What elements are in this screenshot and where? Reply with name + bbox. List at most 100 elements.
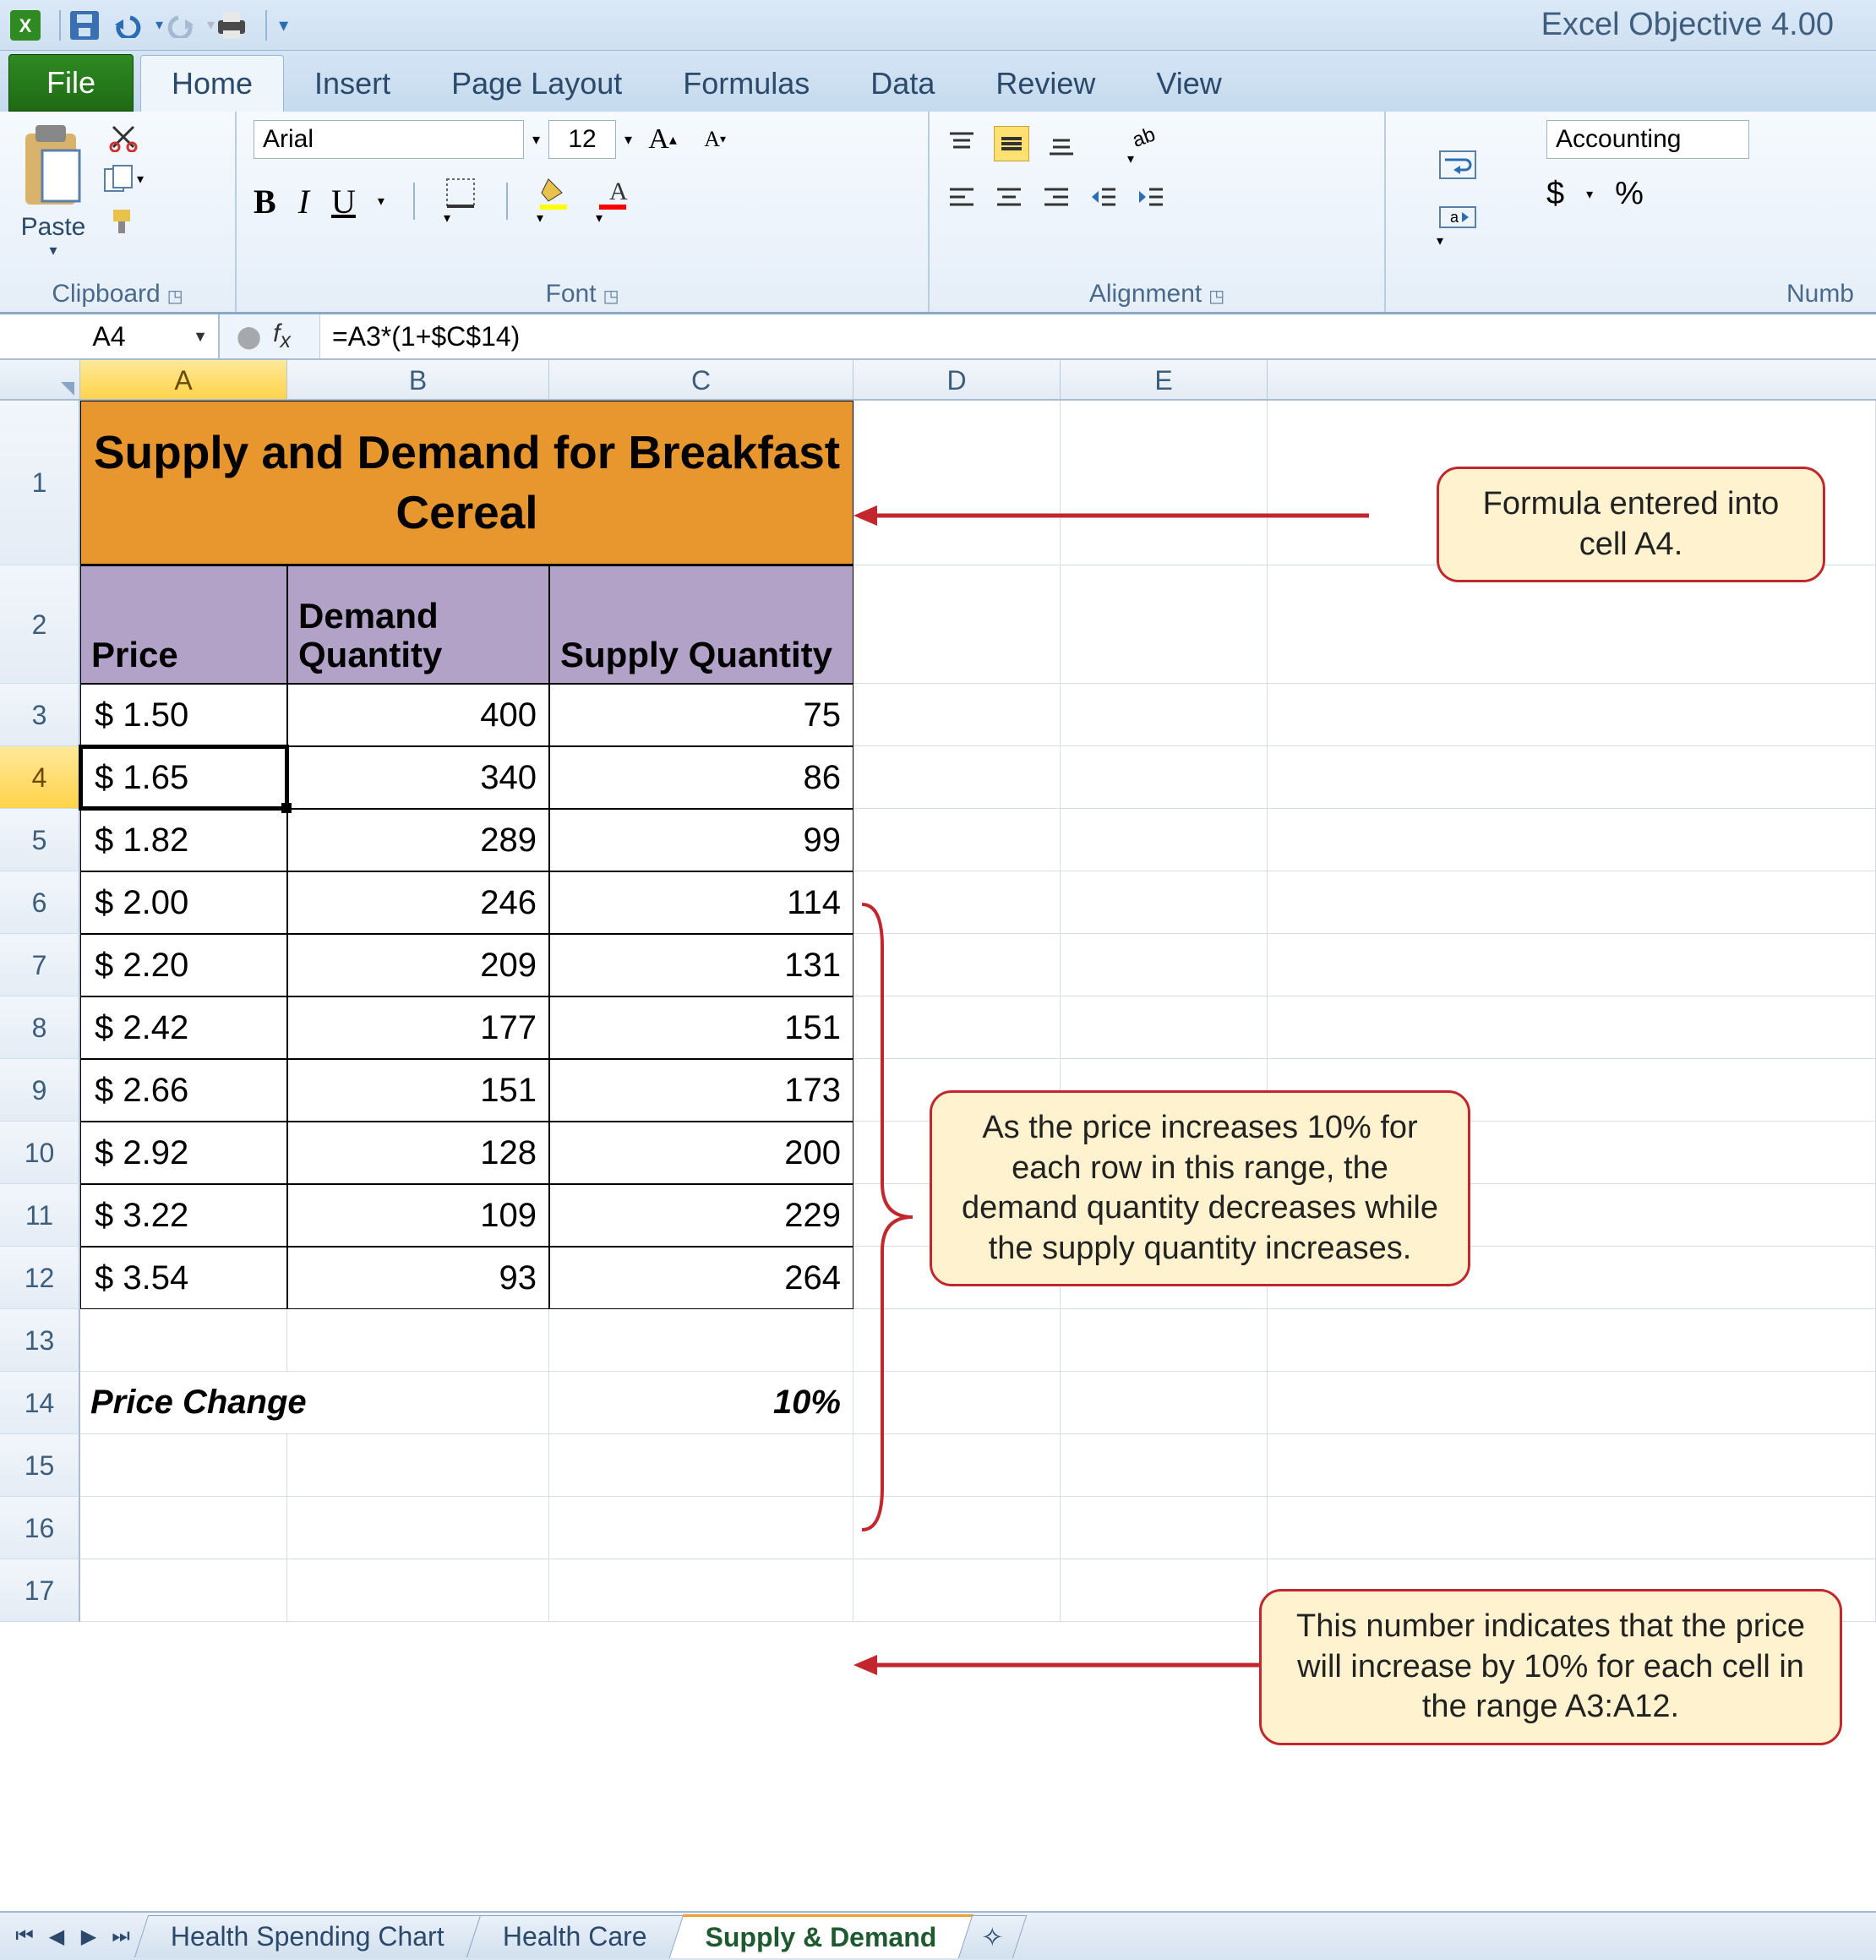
cell-B3[interactable]: 400 bbox=[287, 684, 549, 746]
col-rest-header[interactable] bbox=[1268, 360, 1876, 399]
cell-A9[interactable]: $ 2.66 bbox=[80, 1059, 287, 1122]
currency-icon[interactable]: $ bbox=[1546, 176, 1564, 212]
clipboard-launcher-icon[interactable]: ◳ bbox=[161, 287, 183, 306]
cell-B4[interactable]: 340 bbox=[287, 746, 549, 809]
cell-F5[interactable] bbox=[1268, 809, 1876, 871]
undo-icon[interactable] bbox=[112, 8, 145, 42]
formula-input[interactable]: =A3*(1+$C$14) bbox=[319, 314, 1876, 358]
sheet-nav-prev-icon[interactable]: ◀ bbox=[41, 1925, 73, 1949]
col-D-header[interactable]: D bbox=[853, 360, 1061, 399]
cell-D17[interactable] bbox=[853, 1559, 1061, 1622]
select-all-corner[interactable] bbox=[0, 360, 80, 399]
cell-A12[interactable]: $ 3.54 bbox=[80, 1247, 287, 1309]
row-5-header[interactable]: 5 bbox=[0, 809, 80, 871]
cell-B5[interactable]: 289 bbox=[287, 809, 549, 871]
row-15-header[interactable]: 15 bbox=[0, 1434, 80, 1497]
merge-center-icon[interactable]: a▾ bbox=[1437, 202, 1479, 249]
cell-E3[interactable] bbox=[1061, 684, 1268, 746]
cell-D14[interactable] bbox=[853, 1372, 1061, 1434]
cell-B6[interactable]: 246 bbox=[287, 871, 549, 934]
underline-button[interactable]: U bbox=[331, 182, 356, 221]
increase-indent-icon[interactable] bbox=[1136, 184, 1166, 210]
number-format-select[interactable] bbox=[1546, 120, 1749, 159]
name-box[interactable]: A4 bbox=[0, 314, 220, 358]
paste-button[interactable]: Paste ▾ bbox=[17, 120, 90, 259]
cell-E17[interactable] bbox=[1061, 1559, 1268, 1622]
format-painter-icon[interactable] bbox=[101, 205, 145, 238]
undo-dropdown-icon[interactable]: ▾ bbox=[155, 16, 163, 34]
bold-button[interactable]: B bbox=[254, 182, 276, 221]
row-2-header[interactable]: 2 bbox=[0, 565, 80, 684]
cell-F7[interactable] bbox=[1268, 934, 1876, 996]
cell-E5[interactable] bbox=[1061, 809, 1268, 871]
tab-insert[interactable]: Insert bbox=[284, 56, 421, 112]
cell-A7[interactable]: $ 2.20 bbox=[80, 934, 287, 996]
cell-C4[interactable]: 86 bbox=[549, 746, 853, 809]
cell-A11[interactable]: $ 3.22 bbox=[80, 1184, 287, 1247]
cell-A16[interactable] bbox=[80, 1497, 287, 1559]
shrink-font-icon[interactable]: A▾ bbox=[693, 123, 737, 156]
cell-A5[interactable]: $ 1.82 bbox=[80, 809, 287, 871]
cell-C3[interactable]: 75 bbox=[549, 684, 853, 746]
tab-review[interactable]: Review bbox=[965, 56, 1126, 112]
cell-E13[interactable] bbox=[1061, 1309, 1268, 1372]
cell-D4[interactable] bbox=[853, 746, 1061, 809]
percent-icon[interactable]: % bbox=[1615, 176, 1644, 212]
row-3-header[interactable]: 3 bbox=[0, 684, 80, 746]
row-8-header[interactable]: 8 bbox=[0, 996, 80, 1059]
cell-B12[interactable]: 93 bbox=[287, 1247, 549, 1309]
print-icon[interactable] bbox=[215, 8, 248, 42]
italic-button[interactable]: I bbox=[298, 182, 309, 221]
cell-A8[interactable]: $ 2.42 bbox=[80, 996, 287, 1059]
cell-F3[interactable] bbox=[1268, 684, 1876, 746]
file-tab[interactable]: File bbox=[8, 54, 134, 112]
cell-C14[interactable]: 10% bbox=[549, 1372, 853, 1434]
cell-B9[interactable]: 151 bbox=[287, 1059, 549, 1122]
cell-A14[interactable]: Price Change bbox=[80, 1372, 549, 1434]
cell-E4[interactable] bbox=[1061, 746, 1268, 809]
cell-E1[interactable] bbox=[1061, 401, 1268, 565]
row-13-header[interactable]: 13 bbox=[0, 1309, 80, 1372]
fx-icon[interactable]: fx bbox=[261, 319, 303, 353]
redo-dropdown-icon[interactable]: ▾ bbox=[207, 16, 215, 34]
cell-A3[interactable]: $ 1.50 bbox=[80, 684, 287, 746]
font-launcher-icon[interactable]: ◳ bbox=[597, 287, 619, 306]
cell-F4[interactable] bbox=[1268, 746, 1876, 809]
cell-C16[interactable] bbox=[549, 1497, 853, 1559]
alignment-launcher-icon[interactable]: ◳ bbox=[1202, 287, 1224, 306]
decrease-indent-icon[interactable] bbox=[1088, 184, 1119, 210]
cell-D8[interactable] bbox=[853, 996, 1061, 1059]
cut-icon[interactable] bbox=[101, 120, 145, 154]
col-A-header[interactable]: A bbox=[80, 360, 287, 399]
cell-B8[interactable]: 177 bbox=[287, 996, 549, 1059]
copy-icon[interactable]: ▾ bbox=[101, 162, 145, 196]
redo-icon[interactable] bbox=[163, 8, 197, 42]
cell-F16[interactable] bbox=[1268, 1497, 1876, 1559]
cell-A6[interactable]: $ 2.00 bbox=[80, 871, 287, 934]
cell-B13[interactable] bbox=[287, 1309, 549, 1372]
cell-B16[interactable] bbox=[287, 1497, 549, 1559]
cell-B2[interactable]: Demand Quantity bbox=[287, 565, 549, 684]
row-4-header[interactable]: 4 bbox=[0, 746, 80, 809]
cell-C11[interactable]: 229 bbox=[549, 1184, 853, 1247]
row-7-header[interactable]: 7 bbox=[0, 934, 80, 996]
cell-C13[interactable] bbox=[549, 1309, 853, 1372]
sheet-nav-last-icon[interactable]: ⏭ bbox=[105, 1925, 137, 1948]
cell-C6[interactable]: 114 bbox=[549, 871, 853, 934]
row-12-header[interactable]: 12 bbox=[0, 1247, 80, 1309]
cell-C9[interactable]: 173 bbox=[549, 1059, 853, 1122]
cell-B11[interactable]: 109 bbox=[287, 1184, 549, 1247]
sheet-tab-3[interactable]: Supply & Demand bbox=[668, 1914, 973, 1958]
font-size-select[interactable] bbox=[548, 120, 616, 159]
cell-E14[interactable] bbox=[1061, 1372, 1268, 1434]
tab-formulas[interactable]: Formulas bbox=[652, 56, 840, 112]
cell-D15[interactable] bbox=[853, 1434, 1061, 1497]
row-6-header[interactable]: 6 bbox=[0, 871, 80, 934]
cell-D16[interactable] bbox=[853, 1497, 1061, 1559]
cell-A2[interactable]: Price bbox=[80, 565, 287, 684]
col-C-header[interactable]: C bbox=[549, 360, 853, 399]
sheet-tab-1[interactable]: Health Spending Chart bbox=[134, 1915, 481, 1957]
cell-A13[interactable] bbox=[80, 1309, 287, 1372]
cell-E7[interactable] bbox=[1061, 934, 1268, 996]
cell-A10[interactable]: $ 2.92 bbox=[80, 1122, 287, 1184]
